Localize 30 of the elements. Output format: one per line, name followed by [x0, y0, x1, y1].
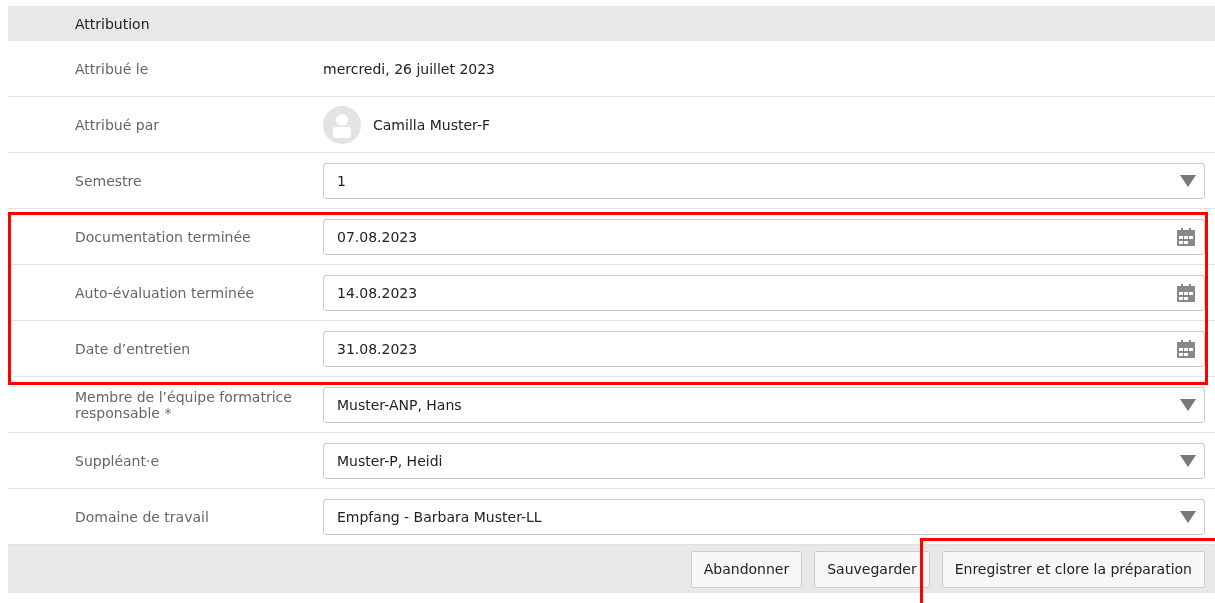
dropdown-caret-icon: [1180, 454, 1196, 467]
field-value: mercredi, 26 juillet 2023: [323, 60, 496, 77]
dropdown-caret-icon: [1180, 510, 1196, 523]
field-label: Semestre: [74, 172, 143, 189]
date-field[interactable]: 07.08.2023: [323, 218, 1205, 255]
field-label: Date d’entretien: [74, 340, 192, 357]
action-button[interactable]: Enregistrer et clore la préparation: [941, 550, 1205, 588]
action-button[interactable]: Abandonner: [690, 550, 803, 588]
calendar-icon[interactable]: [1176, 338, 1196, 359]
select-field[interactable]: Empfang - Barbara Muster-LL: [323, 498, 1205, 535]
field-label: Auto-évaluation terminée: [74, 284, 256, 301]
field-label: Attribué par: [74, 116, 160, 133]
select-field[interactable]: Muster-P, Heidi: [323, 442, 1205, 479]
select-field[interactable]: 1: [323, 162, 1205, 199]
field-label: Documentation terminée: [74, 228, 252, 245]
action-button[interactable]: Sauvegarder: [814, 550, 930, 588]
calendar-icon[interactable]: [1176, 282, 1196, 303]
field-label: Attribué le: [74, 60, 150, 77]
field-label: Domaine de travail: [74, 508, 210, 525]
avatar-icon: [323, 105, 361, 144]
date-field[interactable]: 14.08.2023: [323, 274, 1205, 311]
calendar-icon[interactable]: [1176, 226, 1196, 247]
select-field[interactable]: Muster-ANP, Hans: [323, 386, 1205, 423]
dropdown-caret-icon: [1180, 174, 1196, 187]
user-name: Camilla Muster-F: [373, 116, 490, 133]
dropdown-caret-icon: [1180, 398, 1196, 411]
field-label: Membre de l’équipe formatrice responsable *: [74, 388, 293, 421]
field-label: Suppléant·e: [74, 452, 161, 469]
date-field[interactable]: 31.08.2023: [323, 330, 1205, 367]
section-header: Attribution: [8, 6, 1215, 41]
